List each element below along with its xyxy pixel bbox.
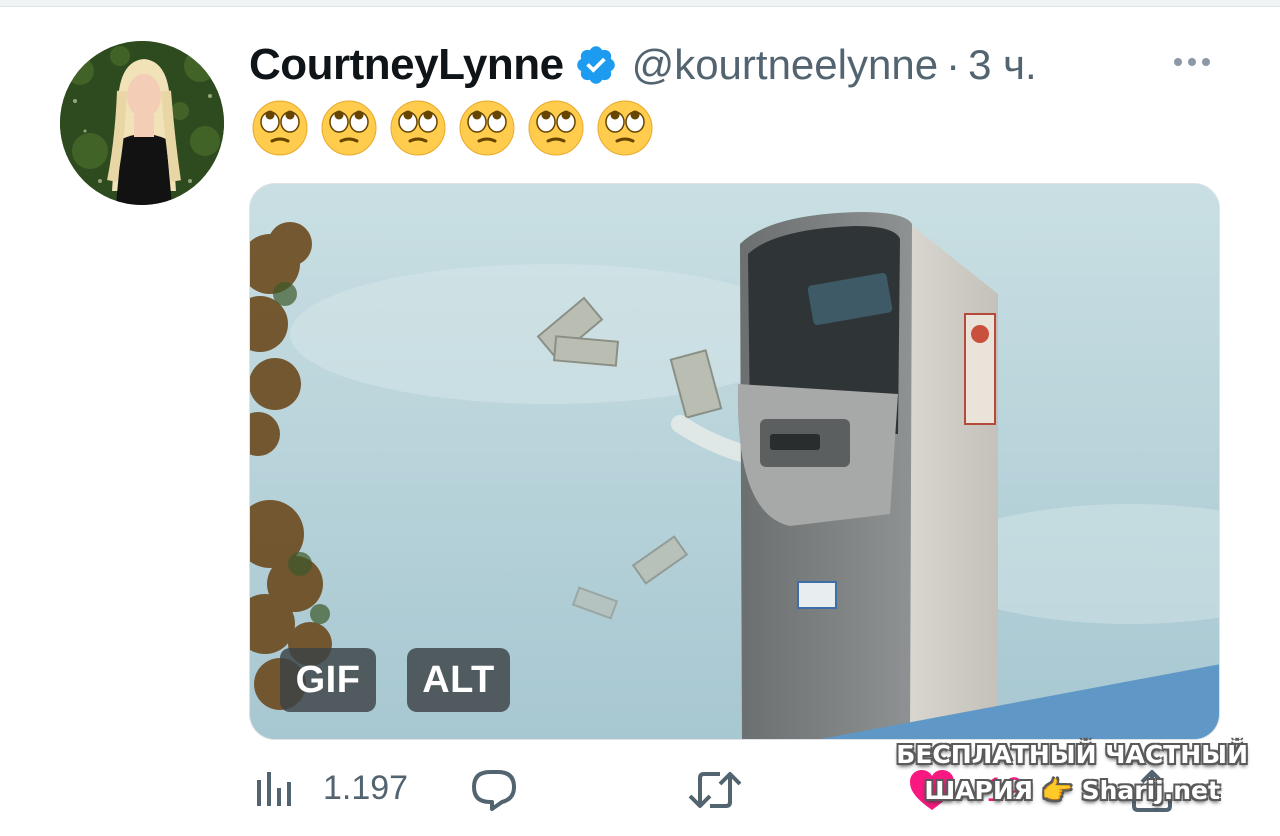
likes-count: 19 bbox=[986, 770, 1024, 809]
retweet-button[interactable] bbox=[688, 768, 742, 812]
share-button[interactable] bbox=[1130, 768, 1174, 812]
eye-roll-emoji-icon bbox=[459, 100, 515, 156]
avatar[interactable] bbox=[60, 41, 224, 205]
alt-text-button[interactable]: ALT bbox=[407, 648, 510, 712]
user-handle[interactable]: @kourtneelynne bbox=[632, 41, 939, 89]
eye-roll-emoji-icon bbox=[597, 100, 653, 156]
retweet-icon bbox=[688, 772, 742, 808]
gif-badge[interactable]: GIF bbox=[280, 648, 376, 712]
eye-roll-emoji-icon bbox=[321, 100, 377, 156]
reply-button[interactable] bbox=[470, 768, 518, 812]
atm-gif-frame bbox=[250, 184, 1219, 739]
like-button[interactable]: 19 bbox=[908, 768, 1024, 812]
tweet-header: CourtneyLynne @kourtneelynne · 3 ч. bbox=[249, 40, 1037, 90]
eye-roll-emoji-icon bbox=[252, 100, 308, 156]
analytics-icon bbox=[257, 772, 291, 806]
avatar-photo bbox=[60, 41, 224, 205]
eye-roll-emoji-icon bbox=[390, 100, 446, 156]
verified-badge-icon bbox=[574, 43, 618, 87]
separator-dot: · bbox=[946, 41, 961, 88]
display-name[interactable]: CourtneyLynne bbox=[249, 40, 564, 90]
share-icon bbox=[1132, 770, 1172, 812]
tweet-text bbox=[252, 100, 653, 156]
top-divider bbox=[0, 0, 1280, 7]
heart-filled-icon bbox=[910, 770, 954, 810]
reply-icon bbox=[472, 770, 516, 811]
tweet-media-gif[interactable]: GIF ALT bbox=[249, 183, 1220, 740]
tweet-time[interactable]: 3 ч. bbox=[968, 41, 1037, 89]
eye-roll-emoji-icon bbox=[528, 100, 584, 156]
tweet-actions-bar: 1.197 19 bbox=[0, 760, 1280, 830]
views-count: 1.197 bbox=[323, 768, 409, 807]
more-options-icon[interactable] bbox=[1168, 48, 1216, 76]
views-action[interactable]: 1.197 bbox=[255, 768, 408, 808]
